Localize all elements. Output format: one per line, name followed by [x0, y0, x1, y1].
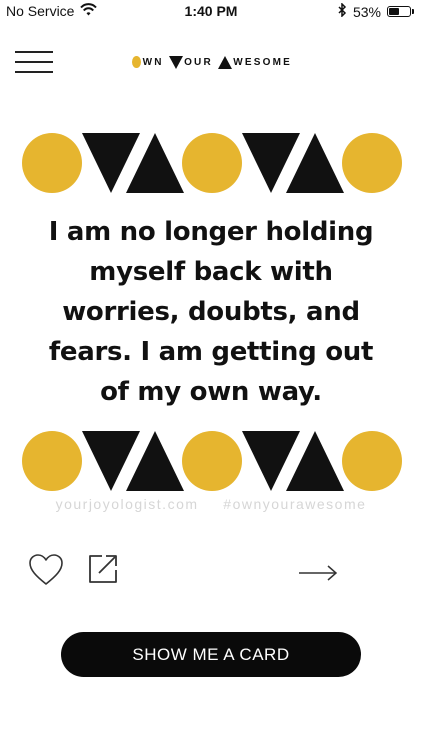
- app-logo: WN OUR WESOME: [132, 53, 292, 71]
- heart-icon[interactable]: [28, 553, 64, 587]
- affirmation-line: worries, doubts, and: [62, 297, 360, 327]
- triangle-up-shape: [126, 133, 184, 193]
- gold-circle-shape: [22, 431, 82, 491]
- affirmation-text: I am no longer holding myself back with …: [40, 212, 382, 412]
- shape-row-bottom: [22, 428, 403, 494]
- gold-circle-shape: [342, 431, 402, 491]
- card-footer-caption: yourjoyologist.com #ownyourawesome: [0, 496, 422, 512]
- shape-row-top: [22, 130, 403, 196]
- logo-text-own: WN: [142, 56, 164, 68]
- hashtag-label: #ownyourawesome: [223, 496, 367, 512]
- gold-circle-shape: [22, 133, 82, 193]
- affirmation-line: I am no longer holding: [48, 217, 374, 247]
- logo-a-triangle: [218, 55, 233, 69]
- triangle-up-shape: [286, 133, 344, 193]
- battery-icon: [387, 6, 414, 17]
- triangle-up-shape: [286, 431, 344, 491]
- logo-o-dot: [132, 56, 141, 68]
- website-label: yourjoyologist.com: [55, 496, 199, 512]
- affirmation-line: myself back with: [89, 257, 333, 287]
- logo-text-awesome: WESOME: [233, 56, 292, 68]
- logo-text-your: OUR: [184, 56, 213, 68]
- gold-circle-shape: [182, 431, 242, 491]
- triangle-up-shape: [126, 431, 184, 491]
- gold-circle-shape: [182, 133, 242, 193]
- affirmation-line: of my own way.: [100, 377, 322, 407]
- show-me-a-card-button[interactable]: SHOW ME A CARD: [61, 632, 361, 677]
- bluetooth-icon: [338, 2, 347, 20]
- gold-circle-shape: [342, 133, 402, 193]
- battery-fill: [389, 8, 399, 15]
- affirmation-line: fears. I am getting out: [48, 337, 374, 367]
- share-external-icon[interactable]: [87, 553, 119, 585]
- hamburger-menu-icon[interactable]: [15, 51, 53, 73]
- battery-percent: 53%: [352, 3, 381, 20]
- arrow-right-icon[interactable]: [298, 562, 338, 584]
- status-bar: No Service 1:40 PM 53%: [0, 0, 422, 22]
- logo-y-triangle: [169, 55, 184, 69]
